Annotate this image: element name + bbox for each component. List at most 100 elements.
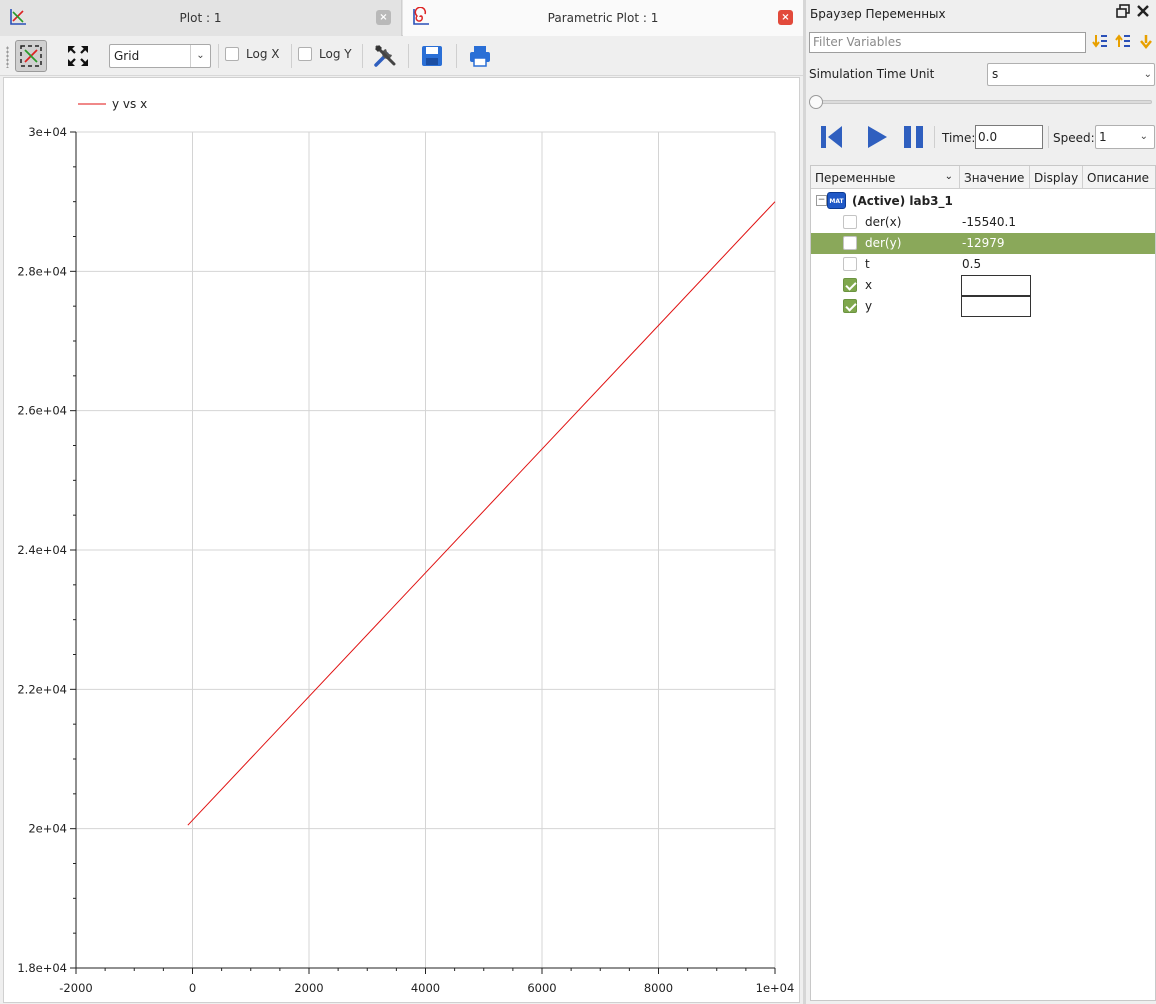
expand-all-icon[interactable]	[1092, 33, 1108, 49]
variable-name: der(y)	[865, 236, 902, 250]
variable-name: der(x)	[865, 215, 902, 229]
variable-row[interactable]: der(x) -15540.1	[811, 212, 1155, 233]
column-header-value[interactable]: Значение	[960, 166, 1030, 189]
column-header-description[interactable]: Описание	[1083, 166, 1155, 189]
tab-title: Parametric Plot : 1	[547, 11, 659, 25]
tab-parametric-plot-1[interactable]: Parametric Plot : 1 ×	[403, 0, 803, 36]
time-slider-track[interactable]	[814, 100, 1152, 104]
auto-scale-button[interactable]	[62, 40, 94, 72]
tree-header: Переменные ⌄ Значение Display Описание	[811, 166, 1155, 189]
close-icon[interactable]	[1136, 4, 1150, 18]
variable-checkbox[interactable]	[843, 299, 857, 313]
print-button[interactable]	[464, 40, 496, 72]
variable-checkbox[interactable]	[843, 215, 857, 229]
sort-buttons	[1092, 33, 1154, 49]
tools-icon	[374, 45, 396, 67]
controls-separator	[1048, 126, 1049, 148]
checkbox-box[interactable]	[225, 47, 239, 61]
expand-arrows-icon	[68, 46, 88, 66]
variable-checkbox[interactable]	[843, 257, 857, 271]
speed-label: Speed:	[1053, 131, 1095, 145]
x-tick-label: 4000	[411, 981, 440, 995]
time-label: Time:	[942, 131, 976, 145]
log-x-checkbox[interactable]: Log X	[225, 47, 279, 61]
column-label: Значение	[964, 171, 1025, 185]
plot-window: Plot : 1 × Parametric Plot : 1 × Grid ⌄ …	[0, 0, 803, 1004]
time-value: 0.0	[978, 130, 998, 144]
tree-root-row[interactable]: − MAT (Active) lab3_1	[811, 191, 1155, 212]
float-window-icon[interactable]	[1116, 4, 1130, 18]
arrow-down-icon[interactable]	[1138, 33, 1154, 49]
mat-file-icon: MAT	[827, 192, 846, 209]
root-label: (Active) lab3_1	[852, 194, 953, 208]
checkbox-box[interactable]	[298, 47, 312, 61]
tab-plot-1[interactable]: Plot : 1 ×	[0, 0, 402, 36]
controls-separator	[934, 126, 935, 148]
sim-time-unit-label: Simulation Time Unit	[809, 67, 935, 81]
rewind-icon[interactable]	[818, 122, 846, 152]
column-label: Описание	[1087, 171, 1150, 185]
collapse-icon[interactable]: −	[816, 195, 827, 206]
y-tick-label: 2e+04	[28, 822, 67, 836]
variable-checkbox[interactable]	[843, 278, 857, 292]
y-tick-label: 2.4e+04	[17, 543, 67, 557]
parametric-plot[interactable]: -2000 0 2000 4000 6000 8000 1e+04 1.8e+04 2e+04 2…	[4, 78, 801, 1004]
setup-button[interactable]	[369, 40, 401, 72]
log-x-label: Log X	[246, 47, 280, 61]
y-tick-label: 2.2e+04	[17, 682, 67, 696]
filter-variables-input[interactable]: Filter Variables	[809, 32, 1086, 53]
column-label: Переменные	[815, 171, 896, 185]
y-tick-label: 2.8e+04	[17, 264, 67, 278]
toolbar-separator	[218, 44, 219, 68]
close-icon[interactable]: ×	[376, 10, 391, 25]
x-tick-label: -2000	[59, 981, 92, 995]
x-tick-label: 2000	[294, 981, 323, 995]
column-header-variables[interactable]: Переменные ⌄	[811, 166, 960, 189]
filter-placeholder: Filter Variables	[813, 35, 902, 49]
save-icon	[422, 46, 442, 66]
close-icon[interactable]: ×	[778, 10, 793, 25]
time-input[interactable]: 0.0	[975, 125, 1043, 149]
variables-browser: Браузер Переменных Filter Variables Simu…	[803, 0, 1156, 1004]
variable-value: 0.5	[962, 257, 982, 271]
plot-toolbar: Grid ⌄ Log X Log Y	[0, 36, 803, 76]
log-y-label: Log Y	[319, 47, 352, 61]
variable-row[interactable]: y	[811, 296, 1155, 317]
toolbar-separator	[408, 44, 409, 68]
grid-select[interactable]: Grid ⌄	[109, 44, 211, 68]
fit-in-view-button[interactable]	[15, 40, 47, 72]
playback-controls: Time: 0.0 Speed: 1 ⌄	[806, 118, 1156, 156]
variable-row[interactable]: x	[811, 275, 1155, 296]
x-tick-label: 1e+04	[756, 981, 795, 995]
pause-icon[interactable]	[900, 122, 928, 152]
variable-row[interactable]: t 0.5	[811, 254, 1155, 275]
variable-name: t	[865, 257, 870, 271]
tab-title: Plot : 1	[179, 11, 222, 25]
variable-name: y	[865, 299, 873, 313]
time-slider-handle[interactable]	[809, 95, 823, 109]
save-button[interactable]	[416, 40, 448, 72]
play-icon[interactable]	[863, 122, 891, 152]
column-header-display[interactable]: Display	[1030, 166, 1083, 189]
speed-select[interactable]: 1 ⌄	[1095, 125, 1155, 149]
x-tick-label: 0	[189, 981, 196, 995]
toolbar-grip[interactable]	[6, 46, 9, 68]
variable-value-field[interactable]	[961, 296, 1031, 317]
collapse-all-icon[interactable]	[1115, 33, 1131, 49]
log-y-checkbox[interactable]: Log Y	[298, 47, 352, 61]
sim-time-unit-select[interactable]: s ⌄	[987, 63, 1155, 86]
toolbar-separator	[362, 44, 363, 68]
fit-in-view-icon	[20, 45, 42, 67]
series-line-y-vs-x	[187, 201, 776, 826]
plot-canvas[interactable]: -2000 0 2000 4000 6000 8000 1e+04 1.8e+04 2e+04 2…	[3, 77, 800, 1003]
column-label: Display	[1034, 171, 1079, 185]
variable-name: x	[865, 278, 873, 292]
x-tick-label: 8000	[644, 981, 673, 995]
variable-row[interactable]: der(y) -12979	[811, 233, 1155, 254]
variable-value-field[interactable]	[961, 275, 1031, 296]
variable-checkbox[interactable]	[843, 236, 857, 250]
toolbar-separator	[291, 44, 292, 68]
legend-label: y vs x	[112, 97, 147, 111]
speed-value: 1	[1099, 130, 1107, 144]
variables-tree[interactable]: Переменные ⌄ Значение Display Описание −…	[810, 165, 1156, 1001]
